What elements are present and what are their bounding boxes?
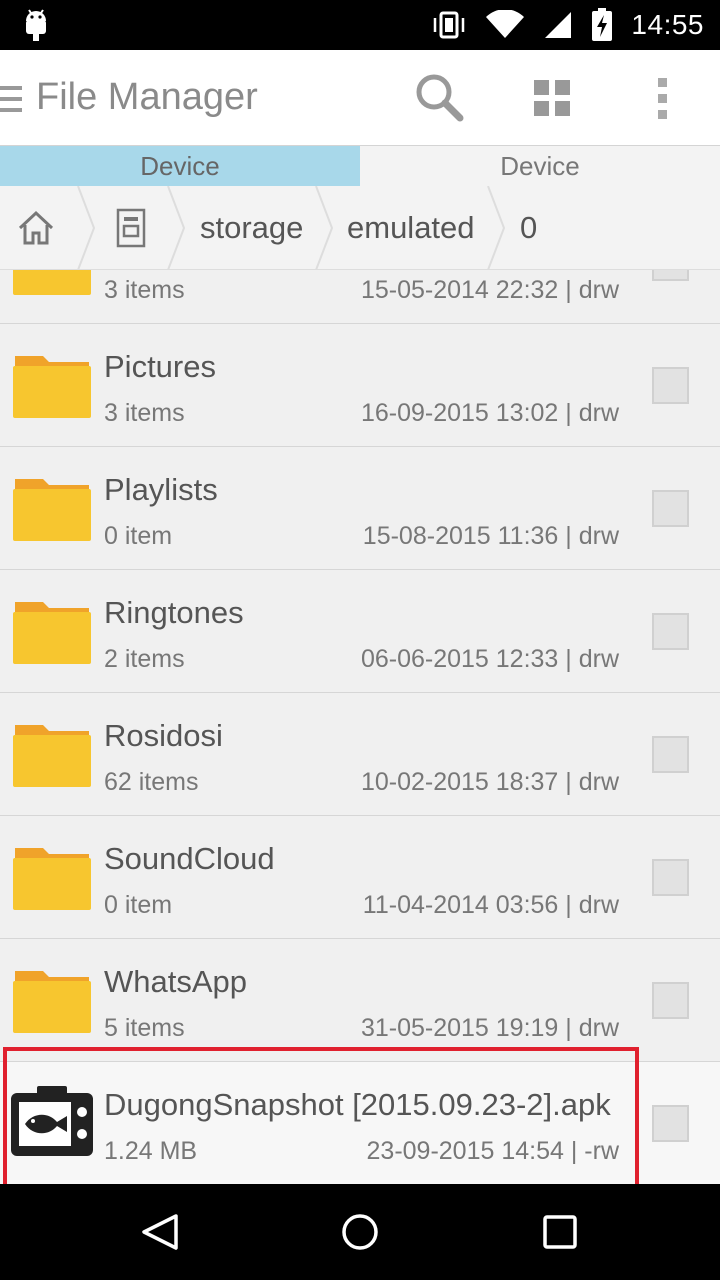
file-item-count: 2 items [104, 645, 185, 673]
breadcrumb-separator [315, 186, 334, 270]
breadcrumb-emulated[interactable]: emulated [347, 186, 475, 270]
file-meta: 11-04-2014 03:56 | drw [362, 891, 619, 919]
file-item-count: 62 items [104, 768, 199, 796]
list-item[interactable]: Ringtones 2 items 06-06-2015 12:33 | drw [0, 570, 720, 693]
breadcrumb-storage[interactable]: storage [200, 186, 303, 270]
select-checkbox[interactable] [652, 736, 689, 773]
file-meta: 31-05-2015 19:19 | drw [360, 1014, 619, 1042]
home-icon [18, 210, 54, 245]
breadcrumb: storage emulated 0 [0, 186, 720, 270]
file-item-count: 3 items [104, 399, 185, 427]
vibrate-icon [434, 11, 465, 39]
android-icon [26, 9, 46, 41]
file-name: Rosidosi [104, 718, 223, 753]
file-meta: 16-09-2015 13:02 | drw [360, 399, 619, 427]
file-meta: 10-02-2015 18:37 | drw [360, 768, 619, 796]
home-circle-icon[interactable] [338, 1210, 382, 1254]
list-item[interactable]: SoundCloud 0 item 11-04-2014 03:56 | drw [0, 816, 720, 939]
grid-view-icon[interactable] [526, 72, 578, 124]
file-meta: 23-09-2015 14:54 | -rw [366, 1137, 619, 1165]
file-item-count: 3 items [104, 276, 185, 304]
file-item-count: 5 items [104, 1014, 185, 1042]
status-bar: 14:55 [0, 0, 720, 50]
list-item[interactable]: Pictures 3 items 16-09-2015 13:02 | drw [0, 324, 720, 447]
select-checkbox[interactable] [652, 1105, 689, 1142]
hamburger-menu-icon[interactable] [0, 84, 24, 114]
select-checkbox[interactable] [652, 270, 689, 281]
more-vert-icon[interactable] [636, 72, 688, 124]
app-bar: File Manager [0, 50, 720, 146]
select-checkbox[interactable] [652, 982, 689, 1019]
file-meta: 15-08-2015 11:36 | drw [362, 522, 619, 550]
breadcrumb-separator [167, 186, 186, 270]
system-nav-bar [0, 1184, 720, 1280]
breadcrumb-sdcard[interactable] [114, 186, 148, 270]
recents-icon[interactable] [538, 1210, 582, 1254]
tab-device-active[interactable]: Device [0, 146, 360, 186]
tab-device-secondary[interactable]: Device [360, 146, 720, 186]
file-size: 1.24 MB [104, 1137, 198, 1165]
file-name: SoundCloud [104, 841, 275, 876]
folder-icon [13, 602, 91, 664]
page-title: File Manager [36, 76, 258, 118]
folder-icon [13, 725, 91, 787]
folder-icon [13, 848, 91, 910]
select-checkbox[interactable] [652, 859, 689, 896]
list-item[interactable]: 3 items 15-05-2014 22:32 | drw [0, 270, 720, 324]
file-item-count: 0 item [104, 522, 173, 550]
wifi-icon [486, 10, 525, 38]
breadcrumb-current[interactable]: 0 [520, 186, 537, 270]
breadcrumb-home[interactable] [16, 186, 56, 270]
select-checkbox[interactable] [652, 613, 689, 650]
search-icon[interactable] [414, 72, 466, 124]
file-name: DugongSnapshot [2015.09.23-2].apk [104, 1087, 611, 1122]
select-checkbox[interactable] [652, 490, 689, 527]
dugong-snapshot-app-icon [11, 1086, 93, 1156]
file-meta: 06-06-2015 12:33 | drw [360, 645, 619, 673]
tab-bar: Device Device [0, 146, 720, 186]
file-name: Playlists [104, 472, 218, 507]
breadcrumb-separator [487, 186, 506, 270]
list-item-apk[interactable]: DugongSnapshot [2015.09.23-2].apk 1.24 M… [0, 1062, 720, 1185]
list-item[interactable]: WhatsApp 5 items 31-05-2015 19:19 | drw [0, 939, 720, 1062]
signal-icon [545, 12, 572, 38]
file-item-count: 0 item [104, 891, 173, 919]
file-name: Pictures [104, 349, 216, 384]
sdcard-icon [116, 208, 146, 248]
clock: 14:55 [631, 9, 704, 40]
battery-charging-icon [592, 8, 613, 41]
folder-icon [13, 270, 91, 295]
file-name: WhatsApp [104, 964, 248, 999]
file-name: Ringtones [104, 595, 244, 630]
file-list: 3 items 15-05-2014 22:32 | drw Pictures … [0, 270, 720, 1270]
back-icon[interactable] [138, 1210, 182, 1254]
folder-icon [13, 971, 91, 1033]
file-meta: 15-05-2014 22:32 | drw [360, 276, 619, 304]
folder-icon [13, 356, 91, 418]
folder-icon [13, 479, 91, 541]
select-checkbox[interactable] [652, 367, 689, 404]
list-item[interactable]: Rosidosi 62 items 10-02-2015 18:37 | drw [0, 693, 720, 816]
breadcrumb-separator [77, 186, 96, 270]
list-item[interactable]: Playlists 0 item 15-08-2015 11:36 | drw [0, 447, 720, 570]
